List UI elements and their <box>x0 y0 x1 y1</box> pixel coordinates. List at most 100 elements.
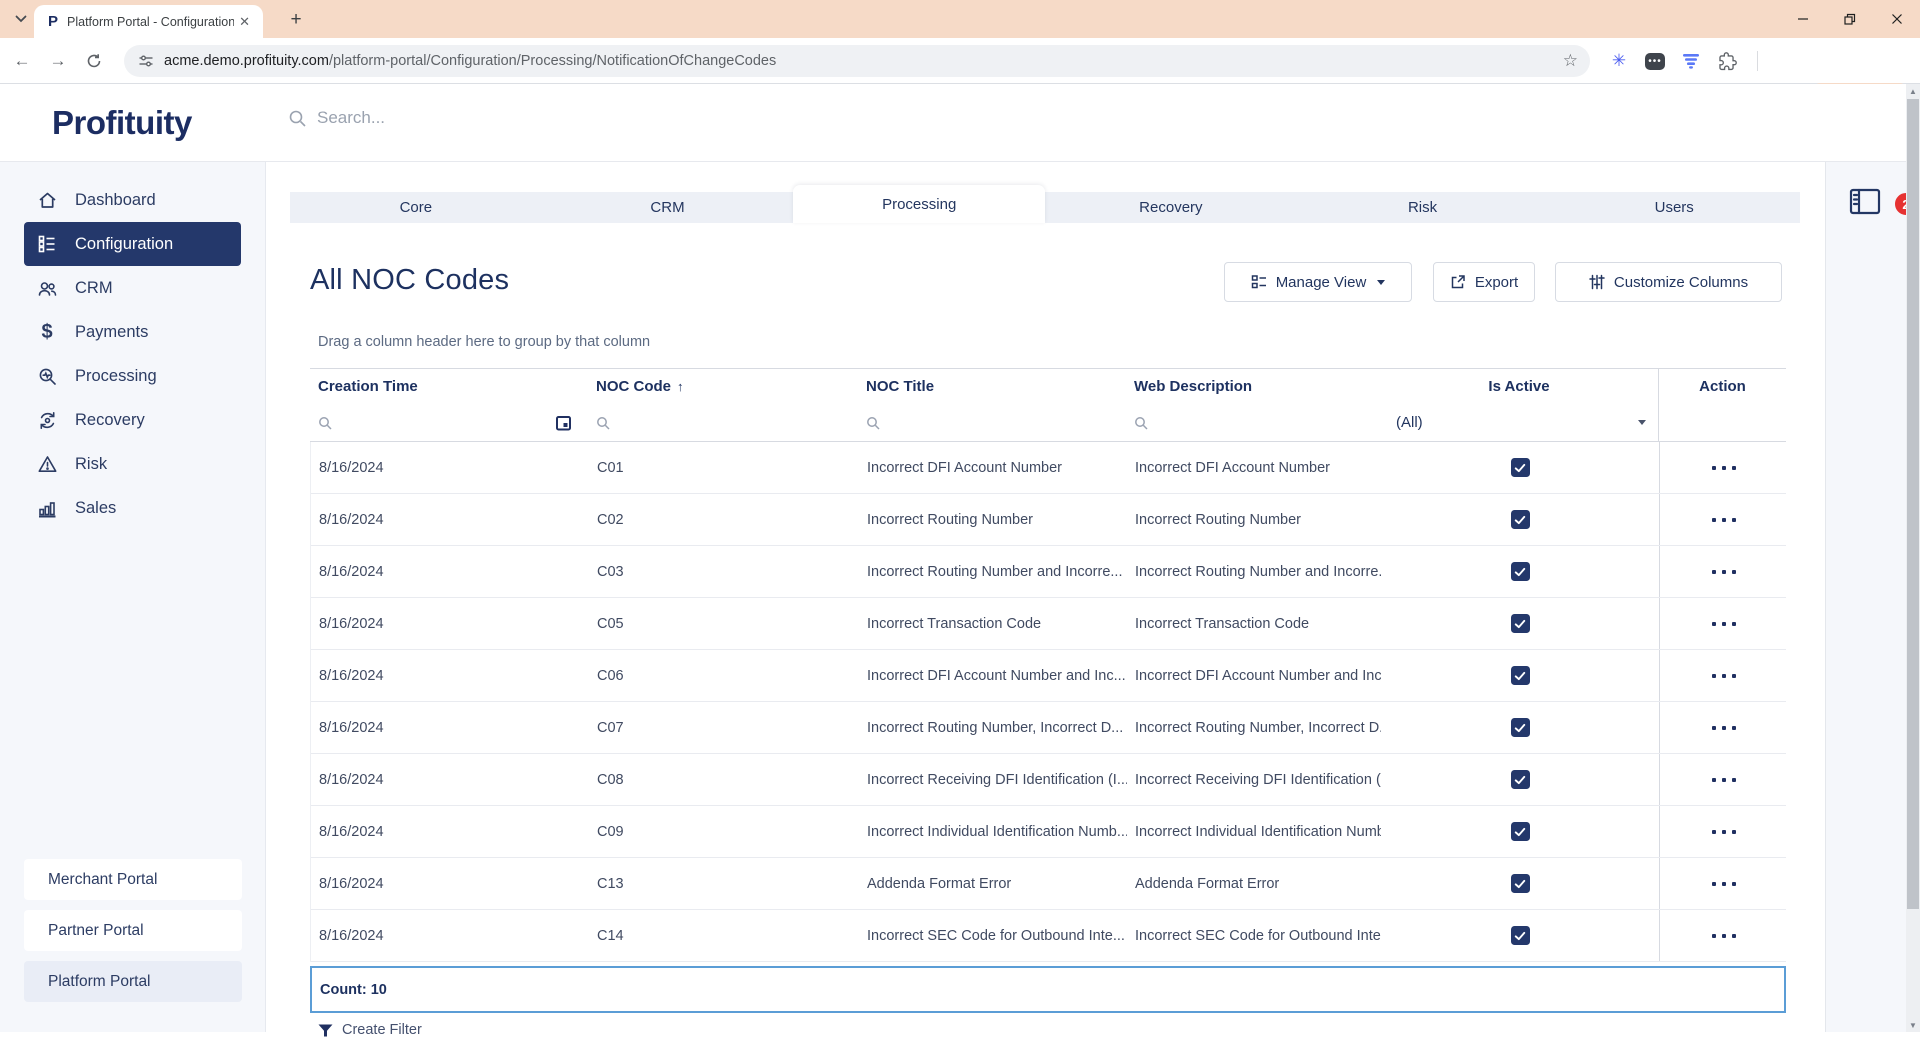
extensions-puzzle-icon[interactable] <box>1713 48 1741 74</box>
tab-core[interactable]: Core <box>290 192 542 223</box>
is-active-checkbox[interactable] <box>1510 718 1530 737</box>
column-header-noc-title[interactable]: NOC Title <box>858 378 1126 395</box>
chevron-down-icon <box>1638 420 1646 425</box>
cell-noc-title: Incorrect Transaction Code <box>867 615 1042 632</box>
create-filter-button[interactable]: Create Filter <box>318 1022 422 1038</box>
global-search <box>288 108 637 128</box>
new-tab-button[interactable]: + <box>284 8 308 32</box>
cell-is-active <box>1381 874 1659 893</box>
dollar-icon: $ <box>41 320 53 343</box>
sidebar-item-dashboard[interactable]: Dashboard <box>24 178 241 222</box>
address-bar[interactable]: acme.demo.profituity.com/platform-portal… <box>124 45 1590 77</box>
filter-action-cell <box>1658 404 1786 441</box>
is-active-checkbox[interactable] <box>1510 510 1530 529</box>
tab-risk[interactable]: Risk <box>1297 192 1549 223</box>
scroll-down-icon[interactable]: ▼ <box>1906 1018 1920 1032</box>
column-header-noc-code[interactable]: NOC Code ↑ <box>588 378 858 395</box>
is-active-checkbox[interactable] <box>1510 666 1530 685</box>
sidebar-item-crm[interactable]: CRM <box>24 266 241 310</box>
tab-crm[interactable]: CRM <box>542 192 794 223</box>
row-actions-button[interactable] <box>1711 673 1736 678</box>
cell-is-active <box>1381 510 1659 529</box>
group-by-hint: Drag a column header here to group by th… <box>318 334 651 350</box>
row-actions-button[interactable] <box>1711 829 1736 834</box>
is-active-checkbox[interactable] <box>1510 562 1530 581</box>
tab-close-icon[interactable]: ✕ <box>234 12 255 32</box>
is-active-checkbox[interactable] <box>1510 770 1530 789</box>
column-header-action: Action <box>1658 369 1786 404</box>
cell-noc-code: C14 <box>597 927 624 944</box>
cell-noc-title: Incorrect Routing Number, Incorrect D... <box>867 719 1124 736</box>
row-actions-button[interactable] <box>1711 777 1736 782</box>
tab-recovery[interactable]: Recovery <box>1045 192 1297 223</box>
browser-tab[interactable]: P Platform Portal - Configuration ✕ <box>34 5 263 38</box>
platform-portal-button[interactable]: Platform Portal <box>24 961 242 1002</box>
window-minimize-button[interactable] <box>1780 0 1826 38</box>
module-tabs: Core CRM Processing Recovery Risk Users <box>290 185 1800 223</box>
filter-creation-time[interactable] <box>310 404 588 441</box>
partner-portal-button[interactable]: Partner Portal <box>24 910 242 951</box>
cell-noc-code: C09 <box>597 823 624 840</box>
back-icon[interactable]: ← <box>7 46 37 76</box>
filter-noc-code[interactable] <box>588 404 858 441</box>
reload-icon[interactable] <box>79 46 109 76</box>
filter-noc-title[interactable] <box>858 404 1126 441</box>
extension-bars-icon[interactable] <box>1677 48 1705 74</box>
sidebar-item-configuration[interactable]: Configuration <box>24 222 241 266</box>
tab-processing[interactable]: Processing <box>793 185 1046 223</box>
customize-columns-button[interactable]: Customize Columns <box>1555 262 1782 302</box>
sidebar-item-recovery[interactable]: Recovery <box>24 398 241 442</box>
site-settings-icon[interactable] <box>138 53 154 69</box>
manage-view-button[interactable]: Manage View <box>1224 262 1412 302</box>
cell-noc-title: Incorrect Receiving DFI Identification (… <box>867 771 1127 788</box>
export-button[interactable]: Export <box>1433 262 1535 302</box>
row-actions-button[interactable] <box>1711 517 1736 522</box>
scroll-up-icon[interactable]: ▲ <box>1906 84 1920 98</box>
cell-noc-code: C13 <box>597 875 624 892</box>
window-close-button[interactable] <box>1874 0 1920 38</box>
cell-creation-time: 8/16/2024 <box>319 771 384 788</box>
sidebar-item-payments[interactable]: $ Payments <box>24 310 241 354</box>
cell-creation-time: 8/16/2024 <box>319 615 384 632</box>
column-header-is-active[interactable]: Is Active <box>1380 378 1658 395</box>
is-active-checkbox[interactable] <box>1510 458 1530 477</box>
column-header-web-description[interactable]: Web Description <box>1126 378 1380 395</box>
page-scrollbar[interactable]: ▲ ▼ <box>1906 84 1920 1032</box>
merchant-portal-button[interactable]: Merchant Portal <box>24 859 242 900</box>
search-input[interactable] <box>317 108 637 128</box>
is-active-checkbox[interactable] <box>1510 874 1530 893</box>
is-active-checkbox[interactable] <box>1510 614 1530 633</box>
row-actions-button[interactable] <box>1711 881 1736 886</box>
tab-search-icon[interactable] <box>10 8 32 30</box>
filter-web-description[interactable] <box>1126 404 1380 441</box>
window-restore-button[interactable] <box>1826 0 1872 38</box>
extension-chat-icon[interactable]: ••• <box>1641 48 1669 74</box>
cell-noc-code: C01 <box>597 459 624 476</box>
row-actions-button[interactable] <box>1711 933 1736 938</box>
is-active-checkbox[interactable] <box>1510 926 1530 945</box>
forward-icon[interactable]: → <box>43 46 73 76</box>
sidebar-item-processing[interactable]: Processing <box>24 354 241 398</box>
grid-header-row: Creation Time NOC Code ↑ NOC Title Web D… <box>310 368 1786 404</box>
row-actions-button[interactable] <box>1711 465 1736 470</box>
column-header-creation-time[interactable]: Creation Time <box>310 378 588 395</box>
grid-count-footer: Count: 10 <box>310 966 1786 1013</box>
tab-users[interactable]: Users <box>1548 192 1800 223</box>
row-actions-button[interactable] <box>1711 725 1736 730</box>
row-actions-button[interactable] <box>1711 569 1736 574</box>
cell-web-description: Incorrect Individual Identification Numb… <box>1135 823 1381 840</box>
manage-view-icon <box>1251 275 1266 289</box>
scrollbar-thumb[interactable] <box>1907 99 1919 909</box>
sidebar-item-risk[interactable]: Risk <box>24 442 241 486</box>
calendar-icon[interactable] <box>555 414 572 431</box>
row-actions-button[interactable] <box>1711 621 1736 626</box>
is-active-checkbox[interactable] <box>1510 822 1530 841</box>
cell-noc-title: Incorrect Individual Identification Numb… <box>867 823 1127 840</box>
notifications-panel-button[interactable]: 2 <box>1848 186 1919 220</box>
sidebar-item-sales[interactable]: Sales <box>24 486 241 530</box>
extension-starburst-icon[interactable]: ✳ <box>1605 48 1633 74</box>
url-text[interactable]: acme.demo.profituity.com/platform-portal… <box>164 53 1563 69</box>
filter-is-active-select[interactable]: (All) <box>1380 404 1658 441</box>
search-icon <box>597 416 610 430</box>
bookmark-star-icon[interactable]: ☆ <box>1563 51 1578 71</box>
